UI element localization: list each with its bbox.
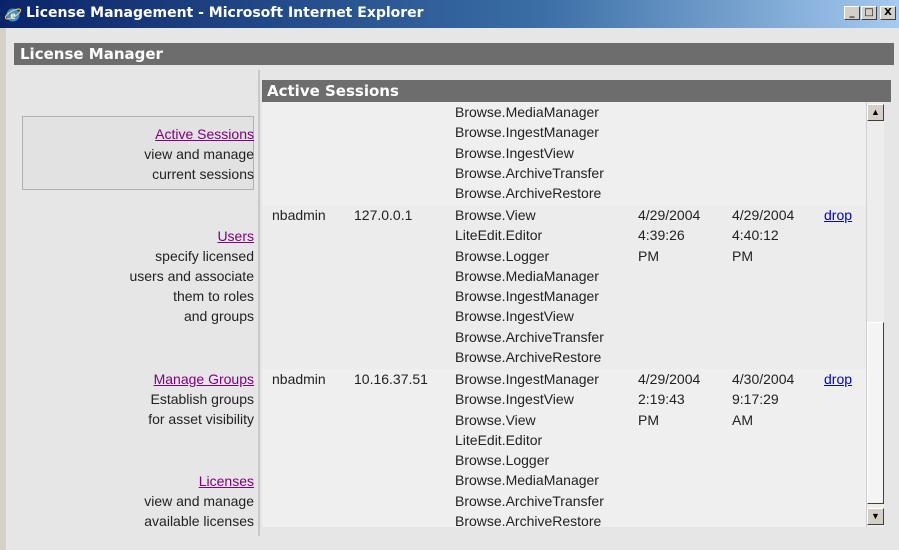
window-title: License Management - Microsoft Internet … [26, 5, 424, 21]
app-header: License Manager [14, 43, 894, 65]
nav-desc: view and manage [144, 493, 254, 509]
license-item: Browse.ArchiveRestore [455, 185, 602, 202]
license-item: Browse.Logger [455, 247, 550, 264]
close-button[interactable]: X [880, 6, 896, 20]
start-time: 4:39:26 [638, 227, 685, 244]
start-ampm: PM [638, 247, 659, 264]
licenses-cell: Browse.View LiteEdit.Editor Browse.Logge… [455, 205, 604, 367]
last-ampm: AM [732, 411, 753, 428]
license-item: Browse.Logger [455, 452, 550, 469]
nav-item-manage-groups: Manage Groups Establish groups for asset… [148, 369, 254, 429]
licenses-cell: Browse.IngestManager Browse.IngestView B… [455, 369, 604, 527]
start-time-cell: 4/29/2004 2:19:43 PM [638, 369, 700, 430]
license-item: Browse.View [455, 207, 536, 223]
nav-desc: Establish groups [150, 391, 254, 407]
license-item: Browse.ArchiveTransfer [455, 164, 604, 181]
drop-link[interactable]: drop [824, 207, 852, 223]
nav-link-users[interactable]: Users [217, 228, 254, 244]
nav-desc: for asset visibility [148, 411, 254, 427]
sessions-table: Browse.MediaManager Browse.IngestManager… [262, 102, 866, 527]
license-item: Browse.View [455, 411, 536, 428]
start-date: 4/29/2004 [638, 371, 701, 387]
license-item: Browse.MediaManager [455, 472, 599, 489]
nav-desc: available licenses [144, 513, 254, 529]
license-item: Browse.IngestView [455, 144, 574, 161]
last-date: 4/30/2004 [732, 371, 795, 387]
nav-desc: them to roles [173, 288, 254, 304]
license-item: Browse.IngestManager [455, 288, 599, 305]
maximize-button[interactable]: □ [861, 6, 877, 20]
start-time: 2:19:43 [638, 391, 685, 408]
nav-item-users: Users specify licensed users and associa… [129, 226, 254, 326]
scroll-down-button[interactable]: ▼ [867, 508, 884, 525]
start-ampm: PM [638, 411, 659, 428]
column-divider [258, 70, 260, 536]
licenses-cell: Browse.MediaManager Browse.IngestManager… [455, 102, 604, 203]
last-access-cell: 4/29/2004 4:40:12 PM [732, 205, 794, 266]
scroll-up-button[interactable]: ▲ [867, 104, 884, 121]
license-item: Browse.ArchiveRestore [455, 349, 602, 366]
nav-link-manage-groups[interactable]: Manage Groups [154, 371, 254, 387]
start-date: 4/29/2004 [638, 207, 701, 223]
license-item: Browse.IngestView [455, 308, 574, 325]
license-item: LiteEdit.Editor [455, 431, 543, 448]
license-item: LiteEdit.Editor [455, 227, 543, 244]
license-item: Browse.IngestManager [455, 124, 599, 141]
license-item: Browse.IngestView [455, 391, 574, 408]
table-row: nbadmin 127.0.0.1 Browse.View LiteEdit.E… [262, 205, 866, 369]
internet-explorer-icon: e [4, 8, 22, 22]
panel-title: Active Sessions [262, 80, 891, 102]
drop-link[interactable]: drop [824, 371, 852, 387]
window-title-bar: e License Management - Microsoft Interne… [0, 0, 899, 28]
table-row: Browse.MediaManager Browse.IngestManager… [262, 102, 866, 205]
user-cell: nbadmin [272, 371, 326, 387]
last-access-cell: 4/30/2004 9:17:29 AM [732, 369, 794, 430]
table-row: nbadmin 10.16.37.51 Browse.IngestManager… [262, 369, 866, 527]
last-ampm: PM [732, 247, 753, 264]
nav-link-active-sessions[interactable]: Active Sessions [155, 126, 254, 142]
license-item: Browse.IngestManager [455, 371, 599, 387]
start-time-cell: 4/29/2004 4:39:26 PM [638, 205, 700, 266]
last-time: 4:40:12 [732, 227, 779, 244]
action-cell: drop [824, 369, 852, 389]
nav-item-licenses: Licenses view and manage available licen… [144, 471, 254, 531]
nav-desc: specify licensed [155, 248, 254, 264]
nav-desc: users and associate [129, 268, 254, 284]
nav-link-licenses[interactable]: Licenses [199, 473, 254, 489]
license-item: Browse.ArchiveRestore [455, 513, 602, 527]
action-cell: drop [824, 205, 852, 225]
license-item: Browse.ArchiveTransfer [455, 328, 604, 345]
nav-desc: and groups [183, 308, 254, 324]
user-cell: nbadmin [272, 207, 326, 223]
license-item: Browse.MediaManager [455, 267, 599, 284]
license-item: Browse.MediaManager [455, 104, 599, 120]
ip-cell: 127.0.0.1 [354, 207, 413, 223]
minimize-button[interactable]: _ [844, 6, 860, 20]
license-item: Browse.ArchiveTransfer [455, 492, 604, 509]
nav-desc: view and manage [144, 146, 254, 162]
nav-item-active-sessions: Active Sessions view and manage current … [144, 124, 254, 184]
nav-desc: current sessions [152, 166, 254, 182]
last-date: 4/29/2004 [732, 207, 795, 223]
vertical-scrollbar[interactable]: ▲ ▼ [866, 102, 884, 527]
scroll-thumb[interactable] [867, 322, 884, 504]
ip-cell: 10.16.37.51 [354, 371, 428, 387]
last-time: 9:17:29 [732, 391, 779, 408]
